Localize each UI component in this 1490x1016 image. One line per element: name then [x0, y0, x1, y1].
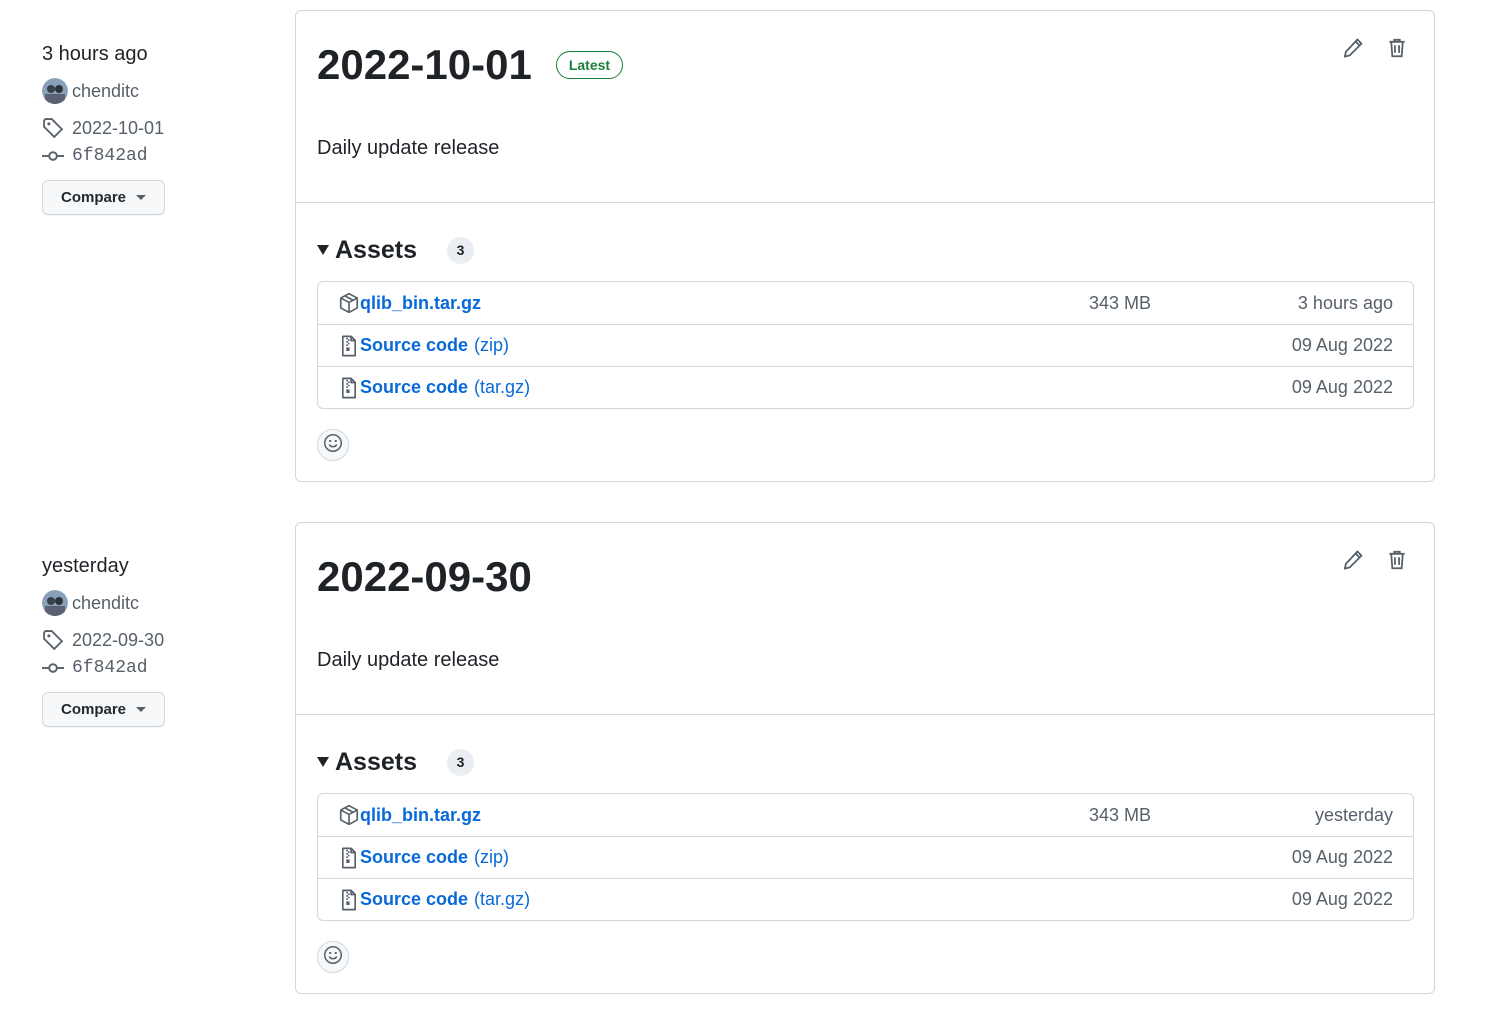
- release-title-row: 2022-10-01 Latest: [317, 41, 624, 89]
- asset-row: Source code (zip) 09 Aug 2022: [318, 324, 1413, 366]
- author-name[interactable]: chenditc: [72, 81, 139, 102]
- package-icon: [338, 804, 360, 826]
- trash-icon[interactable]: [1386, 549, 1408, 571]
- asset-link[interactable]: Source code (tar.gz): [338, 879, 530, 920]
- asset-link[interactable]: Source code (zip): [338, 837, 509, 878]
- asset-row: Source code (tar.gz) 09 Aug 2022: [318, 366, 1413, 408]
- file-zip-icon: [338, 889, 360, 911]
- release-actions: [1342, 549, 1408, 571]
- smiley-icon: [323, 433, 343, 458]
- asset-name[interactable]: qlib_bin.tar.gz: [360, 805, 481, 826]
- asset-size: 343 MB: [1089, 292, 1152, 313]
- tag-name[interactable]: 2022-10-01: [72, 118, 164, 139]
- release-commit[interactable]: 6f842ad: [42, 142, 272, 170]
- asset-link[interactable]: qlib_bin.tar.gz: [338, 794, 481, 836]
- asset-list: qlib_bin.tar.gz 343 MB 3 hours ago Sourc…: [317, 281, 1414, 409]
- release-header: 2022-09-30 Daily update release: [296, 523, 1434, 715]
- compare-label: Compare: [60, 701, 127, 718]
- compare-button[interactable]: Compare: [42, 692, 165, 727]
- release-notes: Daily update release: [317, 137, 500, 159]
- asset-date: 09 Aug 2022: [1291, 889, 1393, 909]
- release-sidebar: 3 hours ago chenditc 2022-10-01 6f842ad …: [42, 40, 272, 215]
- release-card: 2022-10-01 Latest Daily update release A…: [295, 10, 1435, 482]
- asset-date: 3 hours ago: [1297, 292, 1393, 313]
- release-author[interactable]: chenditc: [42, 590, 272, 616]
- pencil-icon[interactable]: [1342, 37, 1364, 59]
- tag-name[interactable]: 2022-09-30: [72, 630, 164, 651]
- asset-row: qlib_bin.tar.gz 343 MB 3 hours ago: [318, 282, 1413, 324]
- release-notes: Daily update release: [317, 649, 500, 671]
- release-title-row: 2022-09-30: [317, 553, 532, 601]
- release-time: 3 hours ago: [42, 43, 148, 65]
- asset-format[interactable]: (zip): [474, 847, 509, 868]
- release-title[interactable]: 2022-09-30: [317, 553, 532, 601]
- compare-button[interactable]: Compare: [42, 180, 165, 215]
- git-commit-icon: [42, 657, 64, 679]
- commit-sha[interactable]: 6f842ad: [72, 146, 148, 166]
- asset-date: 09 Aug 2022: [1291, 847, 1393, 867]
- asset-name[interactable]: qlib_bin.tar.gz: [360, 293, 481, 314]
- triangle-down-icon: [317, 757, 329, 767]
- release-tag[interactable]: 2022-10-01: [42, 114, 272, 142]
- smiley-icon: [323, 945, 343, 970]
- trash-icon[interactable]: [1386, 37, 1408, 59]
- assets-toggle[interactable]: Assets 3: [317, 747, 474, 777]
- release-header: 2022-10-01 Latest Daily update release: [296, 11, 1434, 203]
- asset-date: 09 Aug 2022: [1291, 377, 1393, 397]
- asset-format[interactable]: (zip): [474, 335, 509, 356]
- commit-sha[interactable]: 6f842ad: [72, 658, 148, 678]
- assets-count-badge: 3: [447, 236, 474, 264]
- assets-toggle[interactable]: Assets 3: [317, 235, 474, 265]
- asset-name[interactable]: Source code: [360, 377, 468, 398]
- caret-down-icon: [136, 707, 147, 712]
- tag-icon: [42, 629, 64, 651]
- asset-size: 343 MB: [1089, 804, 1152, 825]
- release-author[interactable]: chenditc: [42, 78, 272, 104]
- asset-date: yesterday: [1314, 804, 1393, 825]
- file-zip-icon: [338, 335, 360, 357]
- asset-row: qlib_bin.tar.gz 343 MB yesterday: [318, 794, 1413, 836]
- asset-row: Source code (tar.gz) 09 Aug 2022: [318, 878, 1413, 920]
- compare-label: Compare: [60, 189, 127, 206]
- asset-name[interactable]: Source code: [360, 847, 468, 868]
- pencil-icon[interactable]: [1342, 549, 1364, 571]
- assets-count-badge: 3: [447, 748, 474, 776]
- release-time: yesterday: [42, 555, 129, 577]
- asset-format[interactable]: (tar.gz): [474, 377, 530, 398]
- author-name[interactable]: chenditc: [72, 593, 139, 614]
- release-title[interactable]: 2022-10-01: [317, 41, 532, 89]
- avatar[interactable]: [42, 590, 68, 616]
- git-commit-icon: [42, 145, 64, 167]
- release-commit[interactable]: 6f842ad: [42, 654, 272, 682]
- latest-badge: Latest: [555, 51, 624, 79]
- asset-link[interactable]: Source code (zip): [338, 325, 509, 366]
- release-card: 2022-09-30 Daily update release Assets 3: [295, 522, 1435, 994]
- asset-link[interactable]: qlib_bin.tar.gz: [338, 282, 481, 324]
- release-sidebar: yesterday chenditc 2022-09-30 6f842ad Co…: [42, 552, 272, 727]
- add-reaction-button[interactable]: [317, 941, 349, 973]
- tag-icon: [42, 117, 64, 139]
- release-actions: [1342, 37, 1408, 59]
- asset-link[interactable]: Source code (tar.gz): [338, 367, 530, 408]
- avatar[interactable]: [42, 78, 68, 104]
- assets-title[interactable]: Assets: [335, 747, 417, 777]
- asset-list: qlib_bin.tar.gz 343 MB yesterday Source …: [317, 793, 1414, 921]
- file-zip-icon: [338, 847, 360, 869]
- asset-name[interactable]: Source code: [360, 889, 468, 910]
- asset-name[interactable]: Source code: [360, 335, 468, 356]
- add-reaction-button[interactable]: [317, 429, 349, 461]
- asset-row: Source code (zip) 09 Aug 2022: [318, 836, 1413, 878]
- asset-format[interactable]: (tar.gz): [474, 889, 530, 910]
- triangle-down-icon: [317, 245, 329, 255]
- assets-title[interactable]: Assets: [335, 235, 417, 265]
- release-tag[interactable]: 2022-09-30: [42, 626, 272, 654]
- file-zip-icon: [338, 377, 360, 399]
- caret-down-icon: [136, 195, 147, 200]
- package-icon: [338, 292, 360, 314]
- asset-date: 09 Aug 2022: [1291, 335, 1393, 355]
